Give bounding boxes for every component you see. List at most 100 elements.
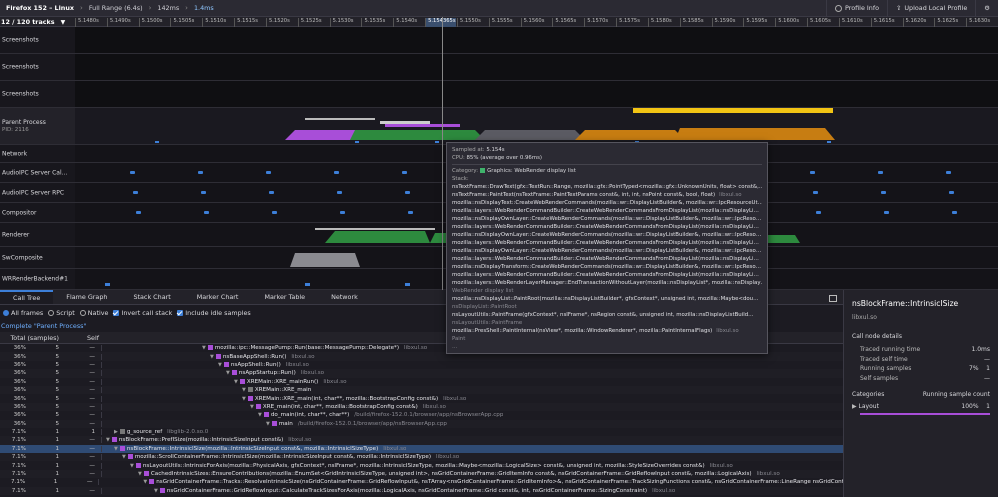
transform-label: Complete "Parent Process": [1, 322, 87, 330]
settings-button[interactable]: ⚙: [975, 0, 998, 16]
function-name: nsLayoutUtils::IntrinsicForAxis(mozilla:…: [142, 462, 705, 469]
breadcrumb-range-current[interactable]: 1.4ms: [188, 4, 220, 12]
expanded-twisty-icon[interactable]: ▼: [143, 479, 147, 485]
sample-marker: [946, 171, 951, 174]
calltree-row[interactable]: 36% 5— ▼ nsAppStartup::Run() libxul.so: [0, 369, 843, 378]
stack-frame: nsDisplayList::PaintRoot: [452, 303, 762, 311]
row-self: —: [62, 445, 102, 452]
stack-frame: mozilla::layers::WebRenderLayerManager::…: [452, 279, 762, 287]
row-total-pct: 36%: [13, 395, 26, 402]
expanded-twisty-icon[interactable]: ▼: [210, 354, 214, 360]
calltree-row[interactable]: 36% 5— ▼ XREMain::XRE_main: [0, 385, 843, 395]
calltree-row[interactable]: 36% 5— ▼ do_main(int, char**, char**) /build…: [0, 411, 843, 419]
calltree-row[interactable]: 36% 5— ▼ main/build/firefox-152.0.1/browser…: [0, 419, 843, 428]
time-tick: 5.1525s: [297, 18, 322, 27]
calltree-row[interactable]: 7.1% 1 1 ▶ g_source_ref libglib-2.0.so.0: [0, 428, 843, 436]
sidebar-toggle-icon[interactable]: [829, 295, 837, 302]
expanded-twisty-icon[interactable]: ▼: [202, 345, 206, 351]
stack-frame-function: mozilla::nsDisplayOwnLayer::CreateWebRen…: [452, 232, 762, 238]
row-self: —: [62, 361, 102, 368]
breadcrumb-profile[interactable]: Firefox 152 – Linux: [0, 4, 80, 12]
stack-frame: nsTextFrame::PaintText(nsTextFrame::Pain…: [452, 191, 762, 199]
tab-stack-chart[interactable]: Stack Chart: [120, 290, 183, 304]
expanded-twisty-icon[interactable]: ▼: [122, 454, 126, 460]
collapsed-twisty-icon[interactable]: ▶: [114, 429, 118, 435]
expanded-twisty-icon[interactable]: ▼: [266, 421, 270, 427]
script-radio[interactable]: Script: [48, 309, 75, 317]
tab-network[interactable]: Network: [318, 290, 371, 304]
row-total-pct: 7.1%: [11, 454, 26, 461]
calltree-row[interactable]: 36% 5— ▼ XREMain::XRE_mainRun() libxul.so: [0, 378, 843, 386]
expanded-twisty-icon[interactable]: ▼: [106, 437, 110, 443]
native-radio[interactable]: Native: [79, 309, 108, 317]
expanded-twisty-icon[interactable]: ▼: [218, 362, 222, 368]
calltree-row[interactable]: 7.1% 1— ▼ nsGridContainerFrame::Tracks::Res…: [0, 478, 843, 486]
stack-frame-function: WebRender display list: [452, 288, 514, 294]
row-self: —: [62, 395, 102, 402]
upload-profile-button[interactable]: ⇪ Upload Local Profile: [887, 0, 975, 16]
row-total-samples: 5: [55, 370, 59, 377]
category-swatch-icon: [111, 437, 117, 443]
function-lib: libxul.so: [285, 361, 309, 368]
track-screenshots-1[interactable]: Screenshots: [0, 27, 998, 54]
calltree-row[interactable]: 7.1% 1— ▼ mozilla::ScrollContainerFrame::In…: [0, 453, 843, 462]
function-lib: libxul.so: [443, 395, 467, 402]
time-tick: 5.1600s: [775, 18, 799, 27]
sidebar-lib: libxul.so: [852, 314, 877, 321]
tab-marker-chart[interactable]: Marker Chart: [184, 290, 252, 304]
calltree-row[interactable]: 36% 5— ▼ XREMain::XRE_main(int, char**, moz…: [0, 394, 843, 402]
stack-frame: mozilla::PresShell::PaintInternal(nsView…: [452, 327, 762, 335]
expanded-twisty-icon[interactable]: ▼: [258, 412, 262, 418]
stack-frame: mozilla::layers::WebRenderCommandBuilder…: [452, 207, 762, 215]
expanded-twisty-icon[interactable]: ▼: [242, 387, 246, 393]
stack-frame-function: mozilla::nsDisplayList::PaintRoot(mozill…: [452, 296, 759, 302]
sidebar: nsBlockFrame::IntrinsicISize libxul.so C…: [843, 290, 998, 497]
track-screenshots-3[interactable]: Screenshots: [0, 81, 998, 108]
all-frames-radio[interactable]: All frames: [3, 309, 43, 317]
calltree-row[interactable]: 36% 5— ▼ nsAppShell::Run() libxul.so: [0, 361, 843, 369]
stack-frame: mozilla::layers::WebRenderCommandBuilder…: [452, 255, 762, 263]
calltree-row[interactable]: 7.1% 1— ▼ nsGridContainerFrame::GridReflowI…: [0, 486, 843, 496]
calltree-row[interactable]: 7.1% 1— ▼ nsLayoutUtils::IntrinsicForAxis(m…: [0, 461, 843, 469]
function-lib: libxul.so: [383, 445, 407, 452]
invert-call-stack-checkbox[interactable]: Invert call stack: [113, 309, 172, 317]
category-layout-row[interactable]: ▶ Layout 100% 1: [852, 402, 990, 412]
expanded-twisty-icon[interactable]: ▼: [114, 446, 118, 452]
stack-frame-function: …: [452, 344, 458, 350]
expanded-twisty-icon[interactable]: ▼: [138, 471, 142, 477]
row-total-samples: 1: [55, 462, 59, 469]
layout-count: 1: [986, 403, 990, 410]
tab-call-tree[interactable]: Call Tree: [0, 290, 54, 304]
include-idle-checkbox[interactable]: Include idle samples: [177, 309, 251, 317]
track-screenshots-2[interactable]: Screenshots: [0, 54, 998, 81]
track-label: Network: [2, 150, 28, 157]
profile-info-button[interactable]: Profile Info: [826, 0, 887, 16]
expanded-twisty-icon[interactable]: ▼: [250, 404, 254, 410]
breadcrumb-full-range[interactable]: Full Range (6.4s): [83, 4, 149, 12]
expanded-twisty-icon[interactable]: ▼: [130, 463, 134, 469]
expanded-twisty-icon[interactable]: ▼: [154, 488, 158, 494]
function-name: nsBlockFrame::PrefISize(mozilla::Intrins…: [118, 437, 284, 444]
stack-frame: WebRender display list: [452, 287, 762, 295]
function-name: XRE_main(int, char**, mozilla::Bootstrap…: [262, 403, 418, 410]
calltree-row[interactable]: 36% 5— ▼ XRE_main(int, char**, mozilla::Boo…: [0, 402, 843, 412]
row-function: ▼ nsBlockFrame::IntrinsicISize(mozilla::I…: [102, 445, 407, 452]
track-parent-process[interactable]: Parent Process PID: 2116: [0, 108, 998, 145]
sample-marker: [402, 171, 407, 174]
track-count-button[interactable]: 12 / 120 tracks ▼: [1, 18, 65, 26]
row-self: —: [62, 345, 102, 352]
tab-marker-table[interactable]: Marker Table: [251, 290, 318, 304]
tab-flame-graph[interactable]: Flame Graph: [53, 290, 120, 304]
calltree-row[interactable]: 7.1% 1— ▼ nsBlockFrame::IntrinsicISize(mozi…: [0, 444, 843, 454]
calltree-row[interactable]: 7.1% 1— ▼ nsBlockFrame::PrefISize(mozilla::…: [0, 436, 843, 445]
expanded-twisty-icon[interactable]: ▼: [226, 370, 230, 376]
stack-frame: mozilla::nsDisplayText::CreateWebRenderC…: [452, 199, 762, 207]
breadcrumb-range-142ms[interactable]: 142ms: [151, 4, 185, 12]
calltree-row[interactable]: 7.1% 1— ▼ CachedIntrinsicSizes::EnsureContr…: [0, 469, 843, 479]
sample-marker: [272, 211, 277, 214]
expanded-twisty-icon[interactable]: ▼: [234, 379, 238, 385]
time-ticks: 5.1480s 5.1490s 5.1500s 5.1505s 5.1510s 5.151…: [75, 17, 998, 27]
parent-process-label: Parent Process: [2, 119, 46, 126]
expanded-twisty-icon[interactable]: ▼: [242, 396, 246, 402]
time-tick: 5.1565s: [552, 18, 576, 27]
